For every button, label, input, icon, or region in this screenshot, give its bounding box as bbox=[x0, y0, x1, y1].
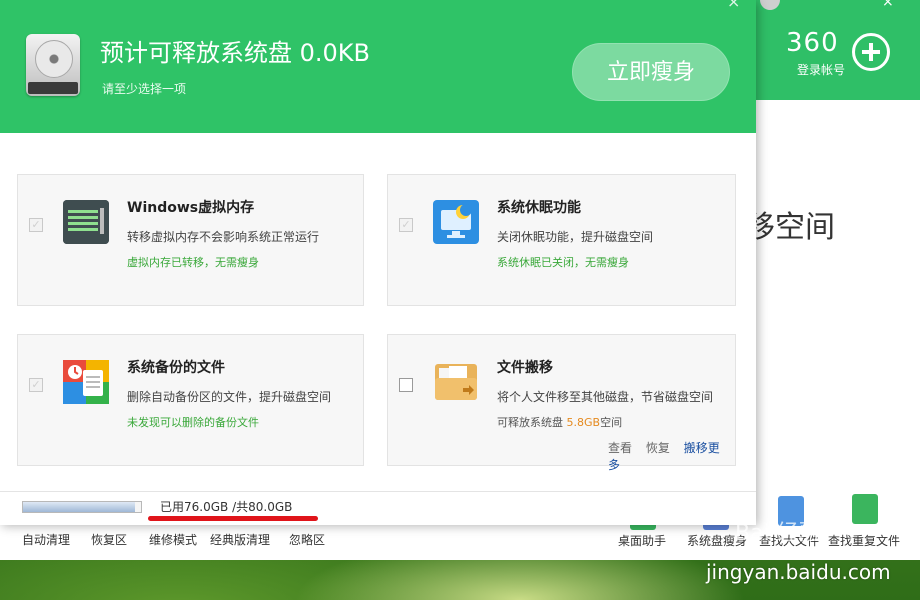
baidu-watermark-url: jingyan.baidu.com bbox=[706, 560, 891, 584]
login-link[interactable]: 登录帐号 bbox=[797, 61, 845, 78]
status-size-value: 5.8GB bbox=[566, 416, 601, 429]
backup-files-icon bbox=[63, 360, 109, 404]
find-duplicate-files-icon bbox=[852, 494, 878, 524]
disk-usage-text: 已用76.0GB /共80.0GB bbox=[160, 500, 293, 514]
tool-classic-clean[interactable]: 经典版清理 bbox=[210, 531, 270, 548]
dialog-footer: 已用76.0GB /共80.0GB bbox=[0, 491, 756, 525]
card-title: 系统备份的文件 bbox=[127, 360, 225, 376]
card-status: 未发现可以删除的备份文件 bbox=[127, 416, 259, 429]
dialog-subtitle: 请至少选择一项 bbox=[102, 82, 187, 96]
virtual-memory-checkbox[interactable]: ✓ bbox=[29, 218, 43, 232]
card-description: 转移虚拟内存不会影响系统正常运行 bbox=[127, 230, 320, 244]
background-heading: 移空间 bbox=[745, 210, 835, 245]
card-title: Windows虚拟内存 bbox=[127, 200, 255, 216]
tool-find-duplicate-files[interactable]: 查找重复文件 bbox=[828, 532, 900, 549]
dialog-close-icon[interactable]: × bbox=[727, 0, 740, 11]
hibernate-icon bbox=[433, 200, 479, 244]
restore-link[interactable]: 恢复 bbox=[646, 441, 670, 455]
disk-usage-fill bbox=[23, 502, 136, 512]
view-link[interactable]: 查看 bbox=[608, 441, 632, 455]
baidu-watermark-logo: Bai 经验 bbox=[735, 521, 821, 546]
card-status: 系统休眠已关闭，无需瘦身 bbox=[497, 256, 629, 269]
card-description: 删除自动备份区的文件，提升磁盘空间 bbox=[127, 390, 332, 404]
tool-repair-mode[interactable]: 维修模式 bbox=[149, 531, 197, 548]
card-backup-files: ✓ 系统备份的文件 删除自动备份区的文件，提升磁盘空间 未发现可以删除的备份文件 bbox=[17, 334, 364, 466]
status-prefix: 可释放系统盘 bbox=[497, 416, 567, 429]
tool-auto-clean[interactable]: 自动清理 bbox=[22, 531, 70, 548]
card-description: 将个人文件移至其他磁盘，节省磁盘空间 bbox=[497, 390, 714, 404]
card-status: 可释放系统盘 5.8GB空间 bbox=[497, 414, 622, 430]
card-title: 文件搬移 bbox=[497, 360, 553, 376]
tool-desktop-helper[interactable]: 桌面助手 bbox=[618, 532, 666, 549]
hard-disk-icon bbox=[26, 34, 80, 96]
bottom-toolbar-left: 自动清理 恢复区 维修模式 经典版清理 忽略区 bbox=[0, 525, 460, 555]
hibernation-checkbox[interactable]: ✓ bbox=[399, 218, 413, 232]
folder-move-icon bbox=[433, 360, 479, 404]
card-hibernation: ✓ 系统休眠功能 关闭休眠功能，提升磁盘空间 系统休眠已关闭，无需瘦身 bbox=[387, 174, 736, 306]
logo-360: 360 bbox=[786, 28, 839, 58]
card-status: 虚拟内存已转移，无需瘦身 bbox=[127, 256, 259, 269]
disk-usage-bar bbox=[22, 501, 142, 513]
card-virtual-memory: ✓ Windows虚拟内存 转移虚拟内存不会影响系统正常运行 虚拟内存已转移，无… bbox=[17, 174, 364, 306]
close-icon[interactable]: × bbox=[882, 0, 894, 10]
card-title: 系统休眠功能 bbox=[497, 200, 581, 216]
tool-recovery-area[interactable]: 恢复区 bbox=[91, 531, 127, 548]
slim-now-button[interactable]: 立即瘦身 bbox=[572, 43, 730, 101]
system-disk-slim-dialog: × 预计可释放系统盘 0.0KB 请至少选择一项 立即瘦身 ✓ Windows虚… bbox=[0, 0, 756, 525]
add-icon[interactable] bbox=[852, 33, 890, 71]
file-move-checkbox[interactable] bbox=[399, 378, 413, 392]
dialog-header: × 预计可释放系统盘 0.0KB 请至少选择一项 立即瘦身 bbox=[0, 0, 756, 133]
card-actions: 查看 恢复 搬移更多 bbox=[608, 439, 735, 473]
card-description: 关闭休眠功能，提升磁盘空间 bbox=[497, 230, 654, 244]
backup-files-checkbox[interactable]: ✓ bbox=[29, 378, 43, 392]
annotation-underline bbox=[148, 516, 318, 521]
tool-ignore-area[interactable]: 忽略区 bbox=[289, 531, 325, 548]
status-suffix: 空间 bbox=[600, 416, 623, 429]
memory-icon bbox=[63, 200, 109, 244]
dialog-title: 预计可释放系统盘 0.0KB bbox=[100, 39, 370, 67]
card-file-move: 文件搬移 将个人文件移至其他磁盘，节省磁盘空间 可释放系统盘 5.8GB空间 查… bbox=[387, 334, 736, 472]
